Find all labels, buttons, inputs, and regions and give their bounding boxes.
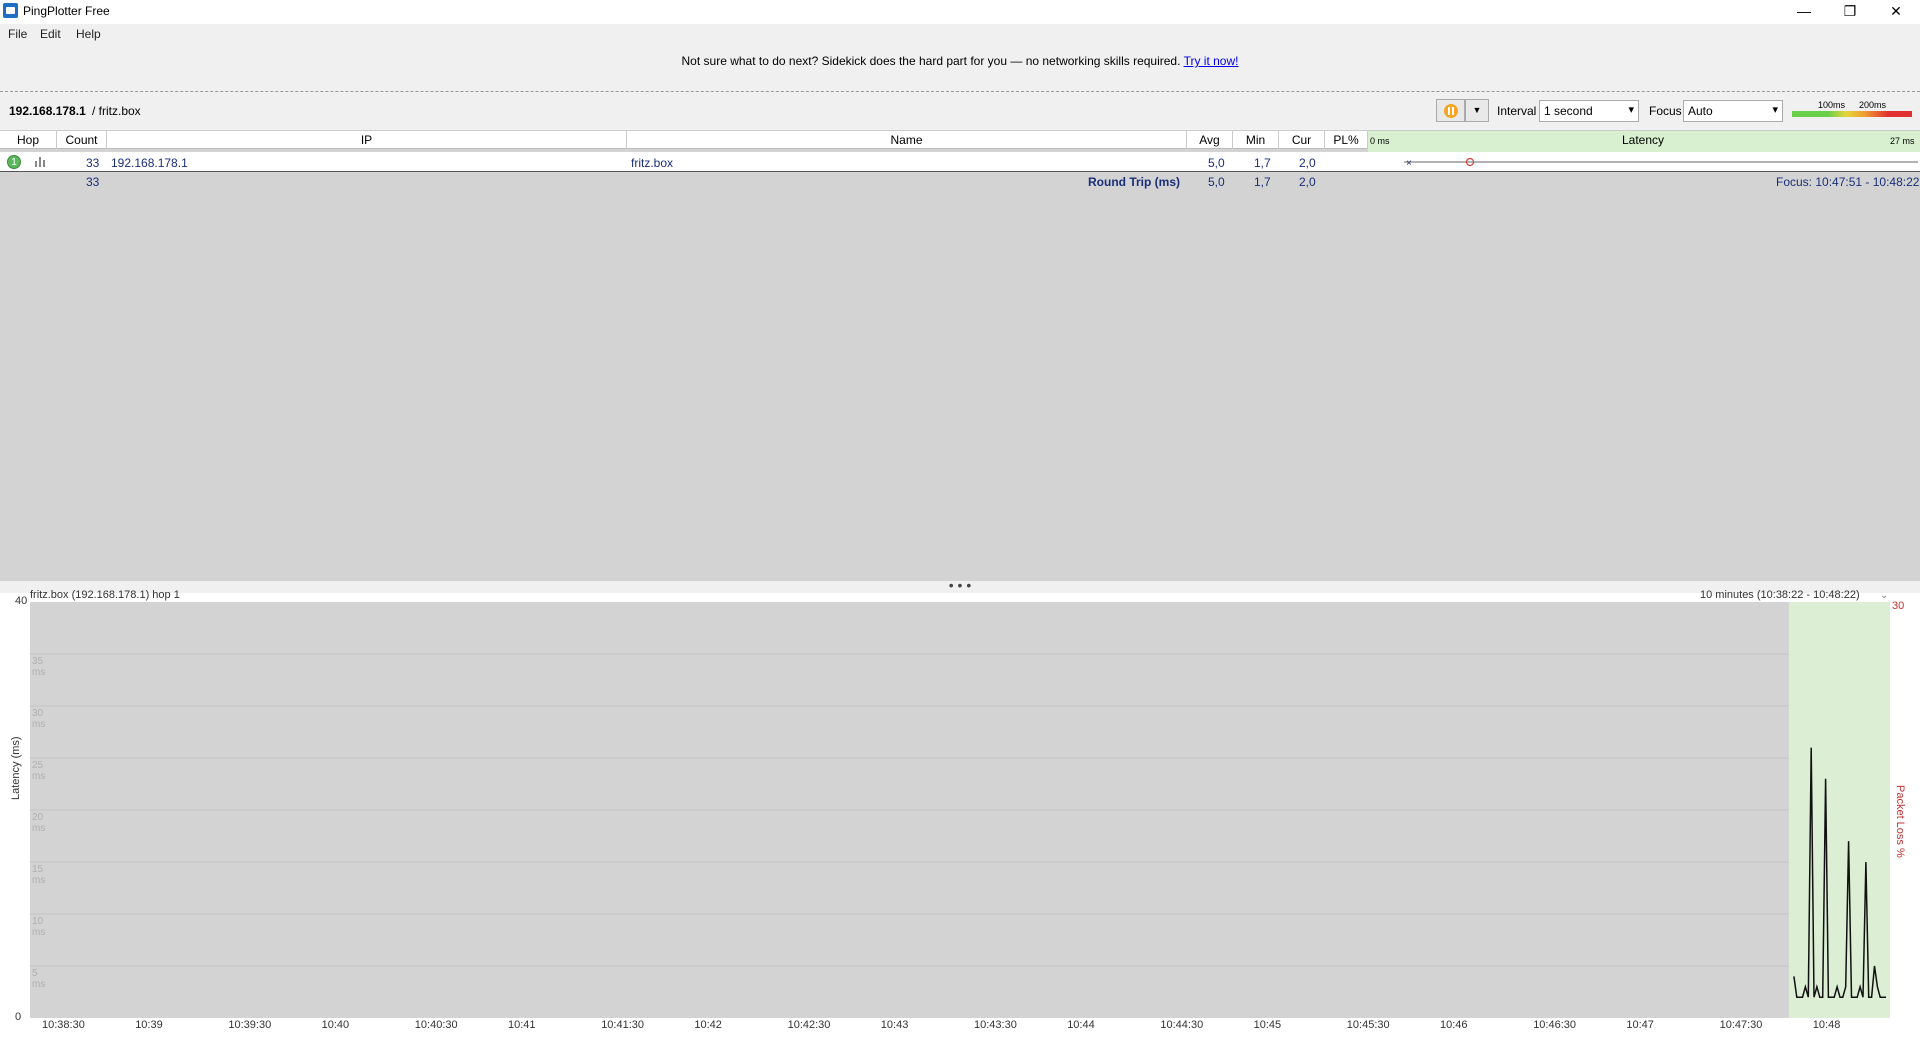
x-tick-label: 10:39:30 — [228, 1019, 272, 1031]
x-tick-label: 10:44:30 — [1160, 1019, 1204, 1031]
y-tick-label: 20 ms — [32, 812, 46, 834]
focus-select[interactable]: Auto — [1683, 100, 1783, 122]
latency-legend-bar — [1792, 111, 1912, 117]
focus-region — [1788, 602, 1890, 1018]
row-latency-graph: × — [1404, 157, 1918, 169]
y-tick-label: 0 — [15, 1011, 22, 1023]
x-tick-label: 10:40:30 — [414, 1019, 458, 1031]
roundtrip-cur: 2,0 — [1299, 175, 1316, 189]
hop-status-badge: 1 — [7, 155, 21, 169]
x-tick-label: 10:48 — [1812, 1019, 1841, 1031]
col-count[interactable]: Count — [57, 131, 107, 149]
pause-icon — [1444, 104, 1458, 118]
focus-label: Focus — [1649, 104, 1682, 118]
col-pl[interactable]: PL% — [1325, 131, 1368, 149]
roundtrip-min: 1,7 — [1254, 175, 1271, 189]
promo-banner: Not sure what to do next? Sidekick does … — [0, 54, 1920, 68]
x-tick-label: 10:40 — [321, 1019, 350, 1031]
col-hop[interactable]: Hop — [0, 131, 57, 149]
x-tick-label: 10:46 — [1440, 1019, 1468, 1031]
row-avg: 5,0 — [1208, 156, 1225, 170]
banner-text: Not sure what to do next? Sidekick does … — [681, 54, 1181, 68]
pause-button[interactable] — [1436, 99, 1465, 122]
x-tick-label: 10:39 — [135, 1019, 163, 1031]
y-tick-label: 10 ms — [32, 916, 46, 938]
x-tick-label: 10:42 — [694, 1019, 722, 1031]
title-bar — [0, 0, 1920, 24]
menu-bar — [0, 24, 1920, 46]
col-latency[interactable]: Latency — [1622, 133, 1664, 147]
menu-edit[interactable]: Edit — [40, 27, 61, 41]
y-tick-label: 30 ms — [32, 708, 46, 730]
maximize-button[interactable]: ❐ — [1827, 0, 1873, 24]
row-min: 1,7 — [1254, 156, 1271, 170]
window-title: PingPlotter Free — [23, 4, 110, 18]
x-tick-label: 10:42:30 — [787, 1019, 831, 1031]
chevron-down-icon[interactable]: ⌄ — [1880, 590, 1888, 601]
panel-splitter[interactable]: • • • — [0, 578, 1920, 593]
row-ip: 192.168.178.1 — [111, 156, 188, 170]
svg-text:×: × — [1406, 158, 1412, 169]
menu-help[interactable]: Help — [76, 27, 101, 41]
minimize-button[interactable]: — — [1781, 0, 1827, 24]
interval-label: Interval — [1497, 104, 1537, 118]
packet-loss-max: 30 — [1892, 600, 1905, 612]
x-tick-label: 10:45 — [1253, 1019, 1282, 1031]
col-ip[interactable]: IP — [107, 131, 627, 149]
y-tick-label: 35 ms — [32, 656, 46, 678]
legend-200: 200ms — [1859, 100, 1887, 110]
trace-grid — [0, 131, 1920, 581]
bar-chart-icon[interactable] — [35, 156, 47, 167]
col-cur[interactable]: Cur — [1279, 131, 1325, 149]
row-name: fritz.box — [631, 156, 674, 170]
chart-range[interactable]: 10 minutes (10:38:22 - 10:48:22) — [1700, 589, 1860, 601]
x-tick-label: 10:46:30 — [1533, 1019, 1577, 1031]
y-tick-label: 25 ms — [32, 760, 46, 782]
row-count: 33 — [86, 156, 100, 170]
chart-title: fritz.box (192.168.178.1) hop 1 — [30, 589, 180, 601]
latency-max-label: 27 ms — [1890, 136, 1915, 146]
x-tick-label: 10:43 — [880, 1019, 909, 1031]
latency-min-label: 0 ms — [1370, 136, 1390, 146]
focus-value: Auto — [1688, 104, 1713, 118]
roundtrip-avg: 5,0 — [1208, 175, 1225, 189]
row-cur: 2,0 — [1299, 156, 1316, 170]
close-button[interactable]: ✕ — [1873, 0, 1919, 24]
col-avg[interactable]: Avg — [1187, 131, 1233, 149]
interval-select[interactable]: 1 second — [1539, 100, 1639, 122]
col-name[interactable]: Name — [627, 131, 1187, 149]
focus-range: Focus: 10:47:51 - 10:48:22 — [1776, 175, 1920, 189]
target-host: / fritz.box — [92, 104, 141, 118]
x-tick-label: 10:41 — [508, 1019, 536, 1031]
roundtrip-label: Round Trip (ms) — [1088, 175, 1180, 189]
x-tick-label: 10:45:30 — [1346, 1019, 1390, 1031]
banner-link[interactable]: Try it now! — [1184, 54, 1239, 68]
latency-chart — [30, 602, 1890, 1018]
latency-chart-svg — [30, 602, 1890, 1018]
x-tick-label: 10:47 — [1626, 1019, 1654, 1031]
x-tick-label: 10:43:30 — [974, 1019, 1017, 1031]
y-axis-label: Latency (ms) — [10, 736, 22, 800]
packet-loss-axis-label: Packet Loss % — [1894, 785, 1906, 858]
target-ip: 192.168.178.1 — [9, 104, 86, 118]
pause-dropdown[interactable]: ▼ — [1465, 99, 1489, 122]
legend-100: 100ms — [1818, 100, 1846, 110]
interval-value: 1 second — [1544, 104, 1593, 118]
roundtrip-count: 33 — [86, 175, 100, 189]
x-tick-label: 10:44 — [1067, 1019, 1095, 1031]
menu-file[interactable]: File — [8, 27, 27, 41]
x-tick-label: 10:47:30 — [1719, 1019, 1763, 1031]
y-tick-label: 40 — [15, 595, 28, 607]
col-min[interactable]: Min — [1233, 131, 1279, 149]
x-tick-label: 10:41:30 — [601, 1019, 645, 1031]
y-tick-label: 15 ms — [32, 864, 46, 886]
y-tick-label: 5 ms — [32, 968, 46, 990]
app-icon — [3, 3, 18, 18]
x-tick-label: 10:38:30 — [42, 1019, 85, 1031]
